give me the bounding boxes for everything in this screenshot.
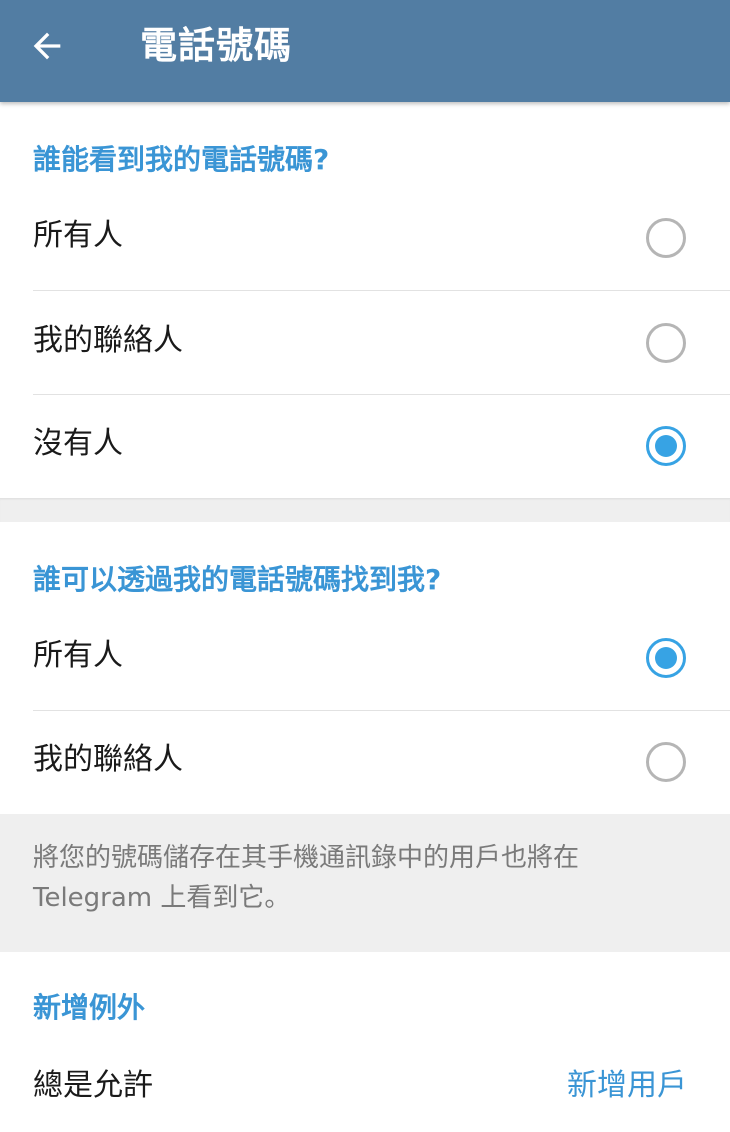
app-bar: 電話號碼 [0,0,730,102]
back-button[interactable] [18,22,76,70]
option-label: 我的聯絡人 [33,323,183,358]
arrow-left-icon [33,32,61,60]
section-separator [0,498,730,522]
section-header-exceptions: 新增例外 [33,991,146,1024]
option-my-contacts[interactable]: 我的聯絡人 [0,710,730,814]
option-everybody[interactable]: 所有人 [0,606,730,710]
add-users-link[interactable]: 新增用戶 [567,1064,687,1108]
section-header-find-by-phone: 誰可以透過我的電話號碼找到我? [33,563,442,596]
option-label: 沒有人 [33,426,123,461]
option-everybody[interactable]: 所有人 [0,186,730,290]
option-label: 所有人 [33,218,123,253]
radio-button-selected[interactable] [646,638,686,678]
option-label: 所有人 [33,638,123,673]
section-header-phone-visibility: 誰能看到我的電話號碼? [33,143,330,176]
always-allow-label: 總是允許 [33,1068,153,1103]
radio-button[interactable] [646,323,686,363]
always-allow-row[interactable]: 總是允許 新增用戶 [0,1036,730,1132]
find-by-phone-section: 誰可以透過我的電話號碼找到我? 所有人 我的聯絡人 [0,522,730,814]
exceptions-section: 新增例外 總是允許 新增用戶 [0,952,730,1132]
page-title: 電話號碼 [140,24,292,67]
phone-visibility-section: 誰能看到我的電話號碼? 所有人 我的聯絡人 沒有人 [0,102,730,498]
option-nobody[interactable]: 沒有人 [0,394,730,498]
radio-button[interactable] [646,218,686,258]
option-my-contacts[interactable]: 我的聯絡人 [0,291,730,395]
info-text: 將您的號碼儲存在其手機通訊錄中的用戶也將在 Telegram 上看到它。 [33,843,580,913]
radio-button[interactable] [646,742,686,782]
radio-button-selected[interactable] [646,426,686,466]
option-label: 我的聯絡人 [33,742,183,777]
